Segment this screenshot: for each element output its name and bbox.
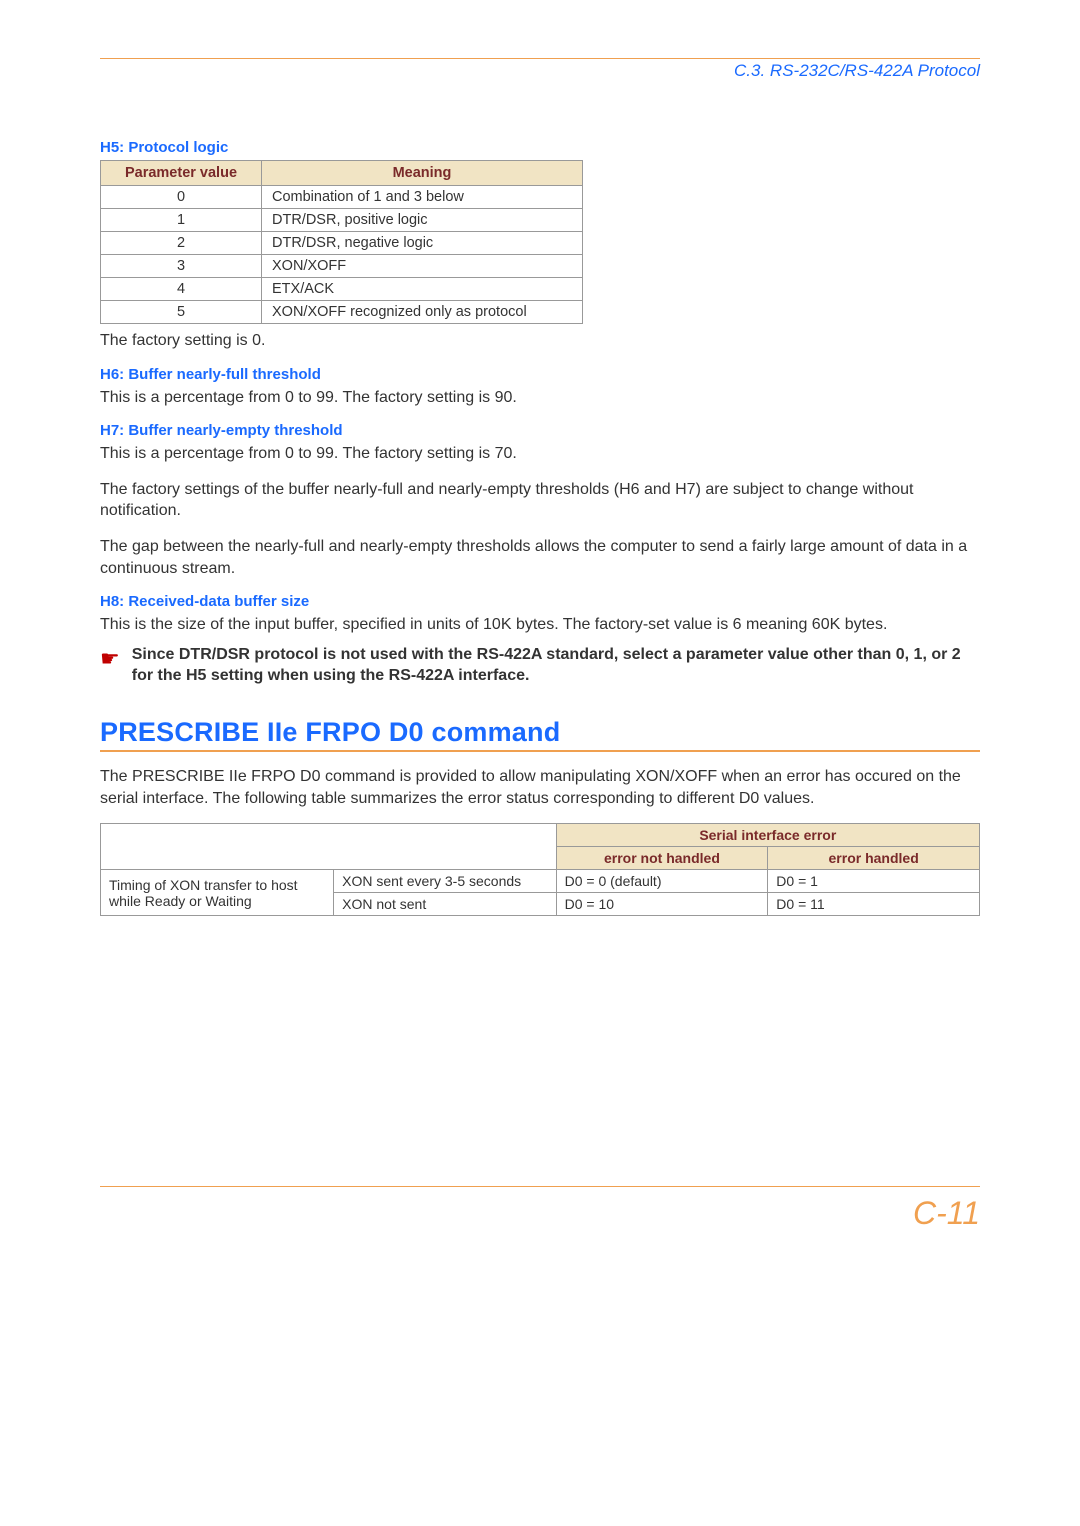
pv-cell: 0	[101, 186, 262, 209]
section-title: PRESCRIBE IIe FRPO D0 command	[100, 717, 980, 748]
h8-title: H8: Received-data buffer size	[100, 593, 980, 610]
section-rule	[100, 750, 980, 752]
pv-cell: 3	[101, 255, 262, 278]
mn-cell: ETX/ACK	[262, 278, 583, 301]
h8-text: This is the size of the input buffer, sp…	[100, 614, 980, 636]
serial-header: Serial interface error	[556, 824, 979, 847]
table-row: 3XON/XOFF	[101, 255, 583, 278]
h5-col-pv: Parameter value	[101, 161, 262, 186]
pv-cell: 1	[101, 209, 262, 232]
h7-text-1: This is a percentage from 0 to 99. The f…	[100, 443, 980, 465]
header-rule	[100, 58, 980, 59]
h7-text-3: The gap between the nearly-full and near…	[100, 536, 980, 579]
mn-cell: XON/XOFF	[262, 255, 583, 278]
not-handled-cell: D0 = 0 (default)	[556, 870, 768, 893]
h7-text-2: The factory settings of the buffer nearl…	[100, 479, 980, 522]
h5-col-mn: Meaning	[262, 161, 583, 186]
h5-title: H5: Protocol logic	[100, 139, 980, 156]
pv-cell: 4	[101, 278, 262, 301]
table-row: 5XON/XOFF recognized only as protocol	[101, 301, 583, 324]
err-not-header: error not handled	[556, 847, 768, 870]
not-handled-cell: D0 = 10	[556, 893, 768, 916]
d0-table: Serial interface error error not handled…	[100, 823, 980, 916]
condition-cell: XON not sent	[334, 893, 556, 916]
h6-title: H6: Buffer nearly-full threshold	[100, 366, 980, 383]
h5-after-text: The factory setting is 0.	[100, 330, 980, 352]
h5-table: Parameter value Meaning 0Combination of …	[100, 160, 583, 324]
pv-cell: 5	[101, 301, 262, 324]
hand-point-icon: ☛	[100, 646, 120, 672]
table-row: 4ETX/ACK	[101, 278, 583, 301]
table-row: 0Combination of 1 and 3 below	[101, 186, 583, 209]
table-row: 2DTR/DSR, negative logic	[101, 232, 583, 255]
mn-cell: DTR/DSR, negative logic	[262, 232, 583, 255]
handled-cell: D0 = 11	[768, 893, 980, 916]
err-yes-header: error handled	[768, 847, 980, 870]
mn-cell: XON/XOFF recognized only as protocol	[262, 301, 583, 324]
note-block: ☛ Since DTR/DSR protocol is not used wit…	[100, 644, 980, 687]
note-text: Since DTR/DSR protocol is not used with …	[132, 644, 980, 687]
page-number: C-11	[100, 1195, 980, 1232]
table-row: 1DTR/DSR, positive logic	[101, 209, 583, 232]
header-section-path: C.3. RS-232C/RS-422A Protocol	[100, 61, 980, 81]
condition-cell: XON sent every 3-5 seconds	[334, 870, 556, 893]
pv-cell: 2	[101, 232, 262, 255]
h7-title: H7: Buffer nearly-empty threshold	[100, 422, 980, 439]
handled-cell: D0 = 1	[768, 870, 980, 893]
section-intro: The PRESCRIBE IIe FRPO D0 command is pro…	[100, 766, 980, 809]
footer-rule	[100, 1186, 980, 1187]
row-label: Timing of XON transfer to host while Rea…	[101, 870, 334, 916]
mn-cell: Combination of 1 and 3 below	[262, 186, 583, 209]
h6-text: This is a percentage from 0 to 99. The f…	[100, 387, 980, 409]
mn-cell: DTR/DSR, positive logic	[262, 209, 583, 232]
table-row: Timing of XON transfer to host while Rea…	[101, 870, 980, 893]
